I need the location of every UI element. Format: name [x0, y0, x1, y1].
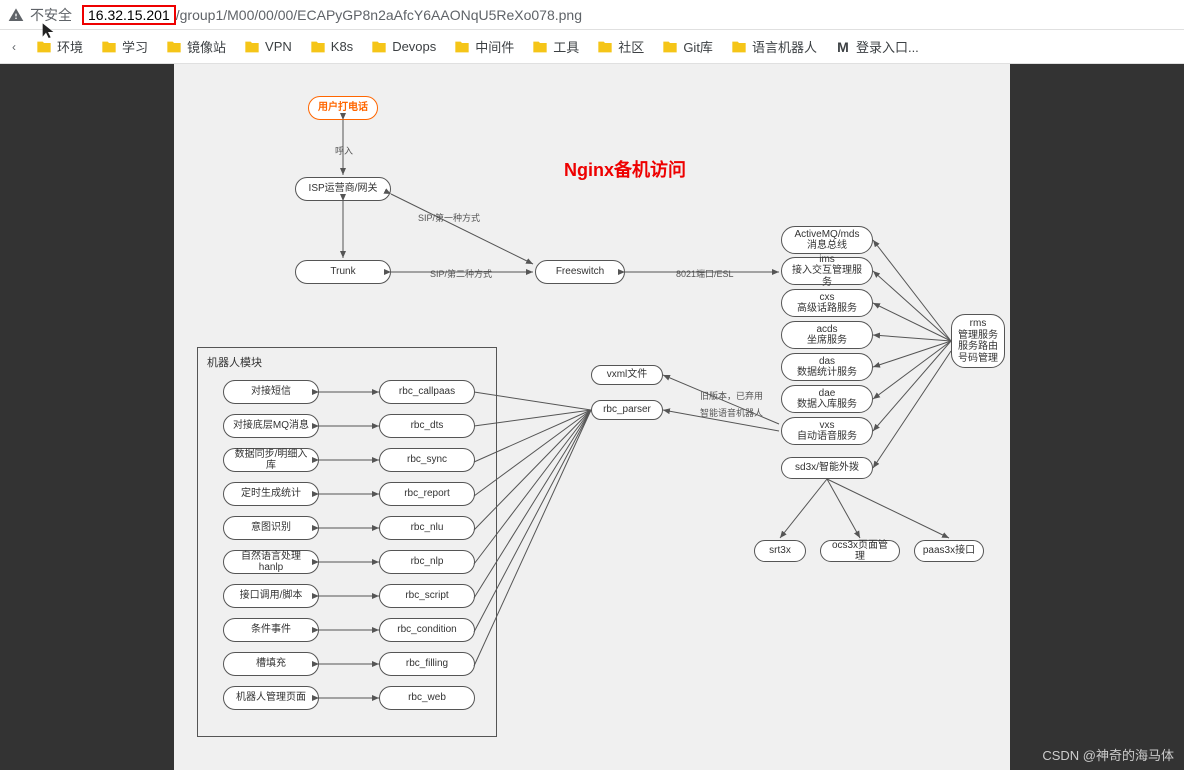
edge-label-sip1: SIP/第一种方式 — [416, 211, 482, 224]
edge-label-esl: 8021端口/ESL — [674, 267, 736, 280]
bookmark-item[interactable]: Git库 — [662, 37, 713, 56]
node-srt3x: srt3x — [754, 540, 806, 562]
folder-icon — [166, 39, 182, 55]
bookmark-item[interactable]: VPN — [244, 39, 292, 55]
edge-label-smartbot: 智能语音机器人 — [698, 406, 765, 419]
node-user-call: 用户打电话 — [308, 96, 378, 120]
node-activemq: ActiveMQ/mds 消息总线 — [781, 226, 873, 254]
robot-right-node: rbc_sync — [379, 448, 475, 472]
m-icon: M — [835, 39, 851, 55]
robot-left-node: 意图识别 — [223, 516, 319, 540]
edge-label-callin: 呼入 — [333, 144, 355, 157]
node-freeswitch: Freeswitch — [535, 260, 625, 284]
bookmark-item[interactable]: K8s — [310, 39, 353, 55]
folder-icon — [36, 39, 52, 55]
robot-right-node: rbc_script — [379, 584, 475, 608]
bookmark-lead: ‹ — [12, 40, 16, 54]
robot-left-node: 条件事件 — [223, 618, 319, 642]
node-acds: acds 坐席服务 — [781, 321, 873, 349]
node-paas3x: paas3x接口 — [914, 540, 984, 562]
bookmark-label: K8s — [331, 39, 353, 54]
robot-left-node: 槽填充 — [223, 652, 319, 676]
folder-icon — [731, 39, 747, 55]
bookmark-item[interactable]: 环境 — [36, 37, 83, 56]
bookmark-item[interactable]: 镜像站 — [166, 37, 226, 56]
address-bar: 不安全 16.32.15.201 /group1/M00/00/00/ECAPy… — [0, 0, 1184, 30]
robot-left-node: 对接底层MQ消息 — [223, 414, 319, 438]
bookmark-item[interactable]: Devops — [371, 39, 436, 55]
node-isp: ISP运营商/网关 — [295, 177, 391, 201]
folder-icon — [454, 39, 470, 55]
robot-right-node: rbc_dts — [379, 414, 475, 438]
folder-icon — [101, 39, 117, 55]
robot-left-node: 数据同步/明细入库 — [223, 448, 319, 472]
folder-icon — [244, 39, 260, 55]
node-ims: ims 接入交互管理服务 — [781, 257, 873, 285]
bookmark-label: 语言机器人 — [752, 37, 817, 56]
cursor-icon — [40, 22, 56, 38]
folder-icon — [597, 39, 613, 55]
bookmark-item[interactable]: M 登录入口... — [835, 37, 919, 56]
bookmark-label: 工具 — [553, 37, 579, 56]
robot-left-node: 机器人管理页面 — [223, 686, 319, 710]
robot-right-node: rbc_report — [379, 482, 475, 506]
url-path[interactable]: /group1/M00/00/00/ECAPyGP8n2aAfcY6AAONqU… — [176, 7, 582, 23]
robot-left-node: 接口调用/脚本 — [223, 584, 319, 608]
diagram-title: Nginx备机访问 — [564, 156, 686, 182]
node-das: das 数据统计服务 — [781, 353, 873, 381]
bookmark-item[interactable]: 学习 — [101, 37, 148, 56]
robot-right-node: rbc_nlu — [379, 516, 475, 540]
robot-module-title: 机器人模块 — [207, 354, 262, 370]
bookmark-item[interactable]: 中间件 — [454, 37, 514, 56]
bookmark-label: Devops — [392, 39, 436, 54]
bookmark-label: 中间件 — [475, 37, 514, 56]
content-wrap: Nginx备机访问 用户打电话 ISP运营商/网关 Trunk Freeswit… — [0, 64, 1184, 770]
node-vxml: vxml文件 — [591, 365, 663, 385]
node-ocs3x: ocs3x页面管理 — [820, 540, 900, 562]
bookmark-label: 环境 — [57, 37, 83, 56]
robot-right-node: rbc_web — [379, 686, 475, 710]
node-rbc-parser: rbc_parser — [591, 400, 663, 420]
robot-left-node: 自然语言处理hanlp — [223, 550, 319, 574]
node-sd3x: sd3x/智能外拨 — [781, 457, 873, 479]
url-ip-highlighted[interactable]: 16.32.15.201 — [82, 5, 176, 25]
robot-right-node: rbc_condition — [379, 618, 475, 642]
bookmark-item[interactable]: 工具 — [532, 37, 579, 56]
bookmark-label: 登录入口... — [856, 37, 919, 56]
folder-icon — [662, 39, 678, 55]
node-cxs: cxs 高级话路服务 — [781, 289, 873, 317]
robot-right-node: rbc_filling — [379, 652, 475, 676]
bookmark-item[interactable]: 语言机器人 — [731, 37, 817, 56]
folder-icon — [371, 39, 387, 55]
folder-icon — [532, 39, 548, 55]
bookmark-bar: ‹ 环境 学习 镜像站 VPN K8s Devops 中间件 工具 社区 Git库 语言机器人 M 登录… — [0, 30, 1184, 64]
bookmark-label: VPN — [265, 39, 292, 54]
robot-right-node: rbc_nlp — [379, 550, 475, 574]
node-vxs: vxs 自动语音服务 — [781, 417, 873, 445]
robot-module-box — [197, 347, 497, 737]
node-trunk: Trunk — [295, 260, 391, 284]
warning-icon — [8, 7, 24, 23]
node-rms: rms 管理服务 服务路由 号码管理 — [951, 314, 1005, 368]
edge-label-sip2: SIP/第二种方式 — [428, 267, 494, 280]
diagram-canvas: Nginx备机访问 用户打电话 ISP运营商/网关 Trunk Freeswit… — [174, 64, 1010, 770]
bookmark-label: 学习 — [122, 37, 148, 56]
folder-icon — [310, 39, 326, 55]
robot-right-node: rbc_callpaas — [379, 380, 475, 404]
bookmark-label: 社区 — [618, 37, 644, 56]
edge-label-oldver: 旧版本，已弃用 — [698, 389, 765, 402]
watermark: CSDN @神奇的海马体 — [1042, 745, 1174, 764]
bookmark-item[interactable]: 社区 — [597, 37, 644, 56]
robot-left-node: 对接短信 — [223, 380, 319, 404]
bookmark-label: 镜像站 — [187, 37, 226, 56]
node-dae: dae 数据入库服务 — [781, 385, 873, 413]
robot-left-node: 定时生成统计 — [223, 482, 319, 506]
bookmark-label: Git库 — [683, 37, 713, 56]
